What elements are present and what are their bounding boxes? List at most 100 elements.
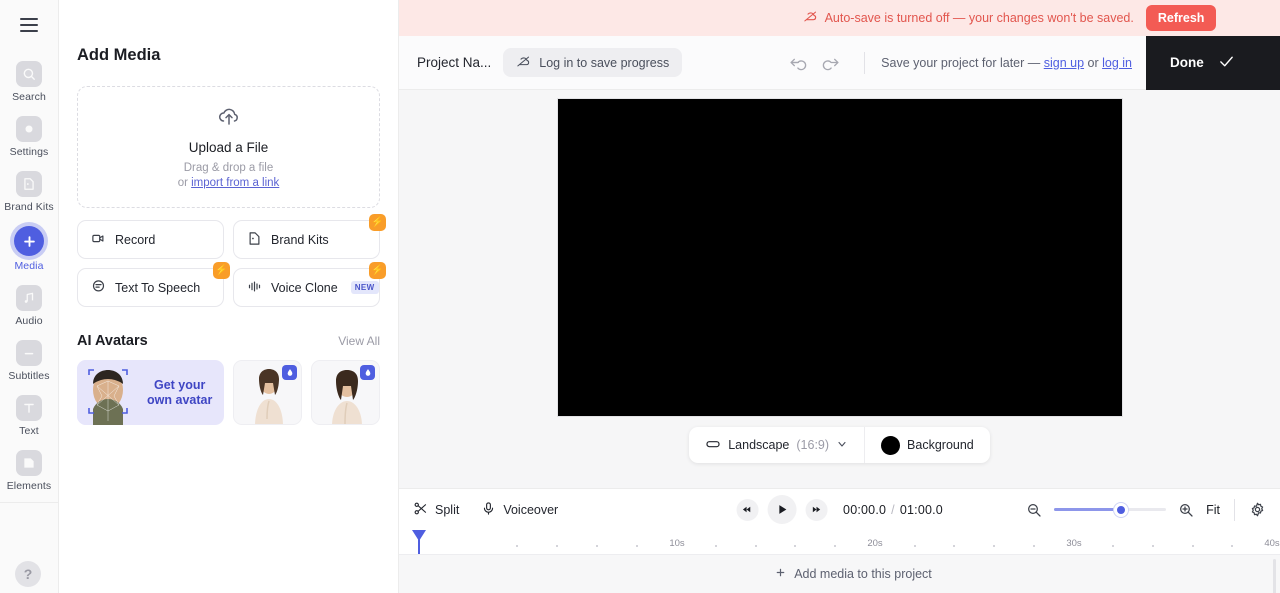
login-to-save-button[interactable]: Log in to save progress [503, 48, 683, 77]
redo-icon[interactable] [814, 48, 848, 78]
check-icon [1218, 53, 1235, 73]
sidebar-item-label: Audio [15, 315, 43, 327]
zoom-in-icon[interactable] [1178, 502, 1194, 518]
ai-avatars-header: AI Avatars View All [77, 333, 380, 349]
editor-stage: Landscape (16:9) Background [399, 90, 1280, 488]
sidebar-item-settings[interactable]: Settings [0, 109, 59, 164]
undo-icon[interactable] [780, 48, 814, 78]
app-root: Search Settings Brand Kits Media Audio S… [0, 0, 1280, 593]
save-note-prefix: Save your project for later — [881, 55, 1044, 70]
skip-forward-icon[interactable] [805, 498, 828, 521]
aspect-ratio-value: (16:9) [796, 438, 830, 452]
sidebar-item-media[interactable]: Media [0, 219, 59, 278]
hamburger-icon[interactable] [14, 10, 44, 40]
record-button[interactable]: Record [77, 220, 224, 259]
action-label: Voice Clone [271, 280, 338, 295]
sidebar-item-label: Subtitles [8, 370, 50, 382]
play-icon[interactable] [767, 495, 797, 524]
refresh-button[interactable]: Refresh [1145, 5, 1217, 31]
aspect-ratio-selector[interactable]: Landscape (16:9) [689, 427, 864, 463]
cloud-upload-icon [216, 104, 242, 133]
project-name[interactable]: Project Na... [417, 55, 491, 70]
add-media-panel: Add Media Upload a File Drag & drop a fi… [59, 0, 399, 593]
voiceover-label: Voiceover [503, 502, 559, 517]
cloud-off-icon [516, 54, 531, 72]
action-label: Record [115, 232, 156, 247]
droplet-icon [360, 365, 375, 380]
vertical-scrollbar[interactable] [1273, 559, 1276, 593]
dropzone-drag-text: Drag & drop a file [183, 161, 274, 174]
media-action-grid: Record ⚡ Brand Kits ⚡ Text To Speech ⚡ V… [77, 214, 386, 307]
brand-kits-icon [16, 171, 42, 197]
rectangle-icon [705, 436, 721, 455]
video-canvas[interactable] [556, 98, 1123, 417]
new-badge: NEW [350, 281, 379, 294]
text-to-speech-button[interactable]: ⚡ Text To Speech [77, 262, 230, 307]
sidebar-item-subtitles[interactable]: Subtitles [0, 333, 59, 388]
fit-button[interactable]: Fit [1206, 503, 1220, 517]
split-button[interactable]: Split [413, 501, 459, 519]
promo-line-1: Get your [153, 377, 206, 392]
sidebar-item-elements[interactable]: Elements [0, 443, 59, 498]
playhead[interactable] [412, 530, 426, 554]
gear-icon[interactable] [1249, 501, 1266, 518]
help-icon[interactable]: ? [15, 561, 41, 587]
stage-controls: Landscape (16:9) Background [689, 427, 990, 463]
sidebar-item-label: Text [19, 425, 39, 437]
timeline-zoom-controls: Fit [1026, 498, 1266, 521]
sidebar-item-text[interactable]: Text [0, 388, 59, 443]
aspect-ratio-label: Landscape [728, 438, 790, 452]
avatar-thumb-1[interactable] [233, 360, 303, 425]
ruler-tick: 20s [867, 538, 883, 549]
time-display: 00:00.0 / 01:00.0 [843, 503, 943, 517]
elements-icon [16, 450, 42, 476]
upload-dropzone[interactable]: Upload a File Drag & drop a file or impo… [77, 86, 380, 208]
autosave-banner: Auto-save is turned off — your changes w… [399, 0, 1280, 36]
login-pill-label: Log in to save progress [539, 55, 670, 70]
brand-kits-button[interactable]: ⚡ Brand Kits [233, 214, 386, 259]
timeline-ruler[interactable]: 10s 20s 30s 40s 50s 1m [399, 530, 1280, 555]
add-media-to-project-button[interactable]: Add media to this project [775, 567, 932, 581]
playhead-handle[interactable] [412, 530, 426, 541]
slider-thumb[interactable] [1114, 502, 1129, 517]
microphone-icon [481, 501, 496, 519]
music-note-icon [16, 285, 42, 311]
get-own-avatar-card[interactable]: Get your own avatar [77, 360, 225, 425]
zoom-slider[interactable] [1054, 502, 1167, 518]
view-all-link[interactable]: View All [338, 334, 380, 348]
import-from-link[interactable]: import from a link [191, 177, 279, 189]
cloud-off-icon [803, 9, 818, 27]
banner-message: Auto-save is turned off — your changes w… [824, 11, 1134, 25]
sidebar-item-audio[interactable]: Audio [0, 278, 59, 333]
sidebar-item-search[interactable]: Search [0, 54, 59, 109]
total-time: 01:00.0 [899, 502, 943, 517]
zoom-out-icon[interactable] [1026, 502, 1042, 518]
action-label: Brand Kits [271, 232, 329, 247]
timeline-track-empty[interactable]: Add media to this project [399, 555, 1280, 593]
banner-message-wrap: Auto-save is turned off — your changes w… [803, 9, 1134, 27]
playback-controls: 00:00.0 / 01:00.0 [736, 495, 943, 524]
background-selector[interactable]: Background [865, 427, 990, 463]
timeline-divider [1234, 498, 1235, 521]
dropzone-title: Upload a File [188, 139, 269, 155]
dropzone-or-text: or [177, 176, 192, 189]
voiceover-button[interactable]: Voiceover [481, 501, 558, 519]
header-divider [864, 51, 866, 74]
log-in-link[interactable]: log in [1102, 56, 1132, 70]
sidebar-item-brand-kits[interactable]: Brand Kits [0, 164, 59, 219]
sign-up-link[interactable]: sign up [1044, 56, 1084, 70]
done-button[interactable]: Done [1146, 35, 1280, 90]
voice-clone-button[interactable]: ⚡ Voice Clone NEW [233, 262, 386, 307]
header-right: Save your project for later — sign up or… [780, 35, 1280, 90]
main-area: Auto-save is turned off — your changes w… [399, 0, 1280, 593]
promo-line-2: own avatar [147, 392, 213, 407]
slider-fill [1054, 508, 1122, 511]
left-rail: Search Settings Brand Kits Media Audio S… [0, 0, 59, 593]
search-icon [16, 61, 42, 87]
sidebar-item-label: Elements [6, 480, 52, 492]
premium-bolt-icon: ⚡ [369, 262, 386, 279]
avatar-thumb-2[interactable] [311, 360, 380, 425]
skip-back-icon[interactable] [736, 498, 759, 521]
ruler-tick: 30s [1066, 538, 1082, 549]
split-label: Split [435, 502, 460, 517]
